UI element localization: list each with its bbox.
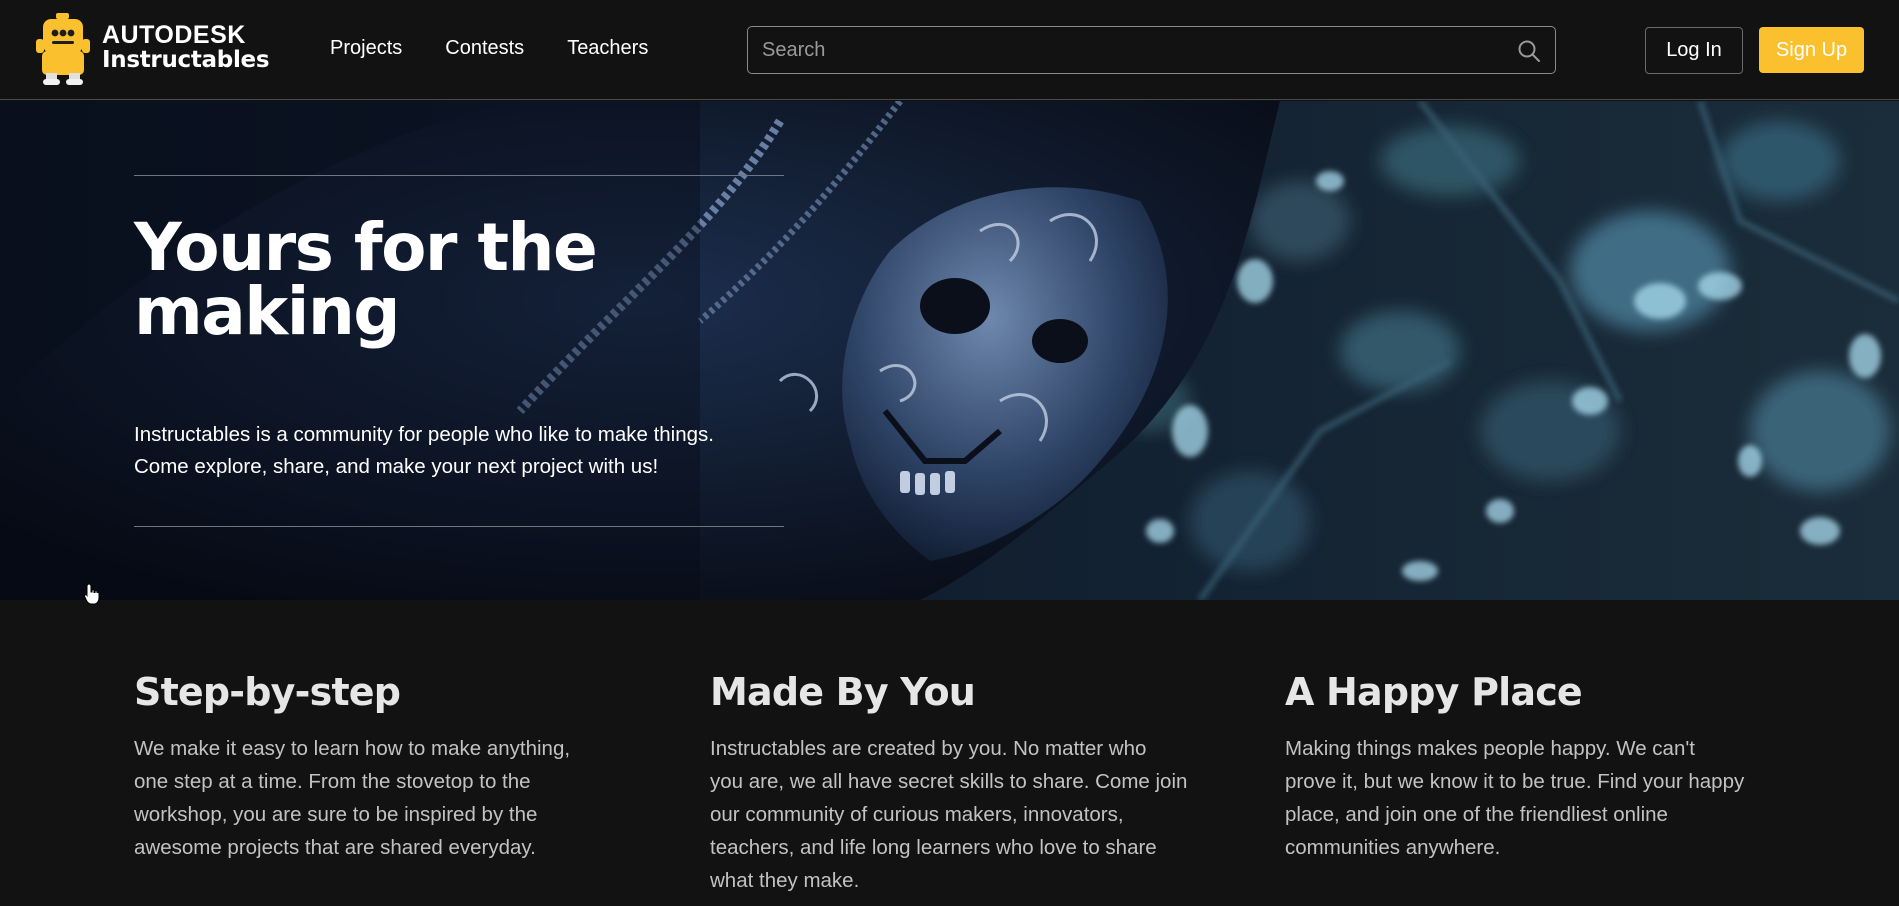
feature-line: teachers, and life long learners who lov… (710, 836, 1157, 859)
feature-title: Made By You (710, 670, 976, 714)
main-nav: Projects Contests Teachers (330, 37, 648, 60)
feature-line: our community of curious makers, innovat… (710, 803, 1124, 826)
hero-subtitle-line-2: Come explore, share, and make your next … (134, 455, 659, 478)
feature-line: place, and join one of the friendliest o… (1285, 803, 1668, 826)
hero-bottom-rule (134, 526, 784, 527)
nav-teachers[interactable]: Teachers (567, 37, 648, 60)
search-icon[interactable] (1517, 39, 1541, 63)
feature-description: We make it easy to learn how to make any… (134, 732, 624, 864)
hero-title-line-2: making (134, 273, 401, 350)
feature-line: you are, we all have secret skills to sh… (710, 770, 1188, 793)
feature-description: Making things makes people happy. We can… (1285, 732, 1775, 864)
hero-banner: Yours for the making Instructables is a … (0, 101, 1899, 600)
hero-title: Yours for the making (134, 215, 834, 345)
hand-cursor-icon (84, 583, 100, 605)
feature-line: one step at a time. From the stovetop to… (134, 770, 531, 793)
search-box (747, 26, 1556, 74)
signup-button[interactable]: Sign Up (1759, 27, 1864, 73)
logo-brand: AUTODESK (102, 21, 246, 49)
feature-line: prove it, but we know it to be true. Fin… (1285, 770, 1745, 793)
feature-line: what they make. (710, 869, 860, 892)
logo-product: Instructables (102, 47, 270, 73)
feature-line: communities anywhere. (1285, 836, 1501, 859)
nav-projects[interactable]: Projects (330, 37, 402, 60)
feature-line: workshop, you are sure to be inspired by… (134, 803, 538, 826)
feature-line: awesome projects that are shared everyda… (134, 836, 536, 859)
hero-top-rule (134, 175, 784, 176)
login-button[interactable]: Log In (1645, 27, 1743, 74)
logo-wordmark: AUTODESK Instructables (102, 21, 270, 73)
feature-made-by-you: Made By You Instructables are created by… (710, 668, 1200, 897)
feature-line: We make it easy to learn how to make any… (134, 737, 571, 760)
feature-line: Making things makes people happy. We can… (1285, 737, 1695, 760)
feature-step-by-step: Step-by-step We make it easy to learn ho… (134, 668, 624, 864)
feature-title: A Happy Place (1285, 670, 1583, 714)
feature-title: Step-by-step (134, 670, 401, 714)
feature-line: Instructables are created by you. No mat… (710, 737, 1147, 760)
instructables-robot-icon (36, 13, 90, 85)
nav-contests[interactable]: Contests (445, 37, 524, 60)
search-input[interactable] (762, 27, 1502, 73)
features-section: Step-by-step We make it easy to learn ho… (0, 600, 1899, 906)
hero-subtitle-line-1: Instructables is a community for people … (134, 423, 714, 446)
hero-subtitle: Instructables is a community for people … (134, 419, 854, 483)
feature-description: Instructables are created by you. No mat… (710, 732, 1200, 897)
feature-happy-place: A Happy Place Making things makes people… (1285, 668, 1775, 864)
site-header: AUTODESK Instructables Projects Contests… (0, 0, 1899, 100)
autodesk-instructables-logo[interactable]: AUTODESK Instructables (33, 13, 270, 87)
